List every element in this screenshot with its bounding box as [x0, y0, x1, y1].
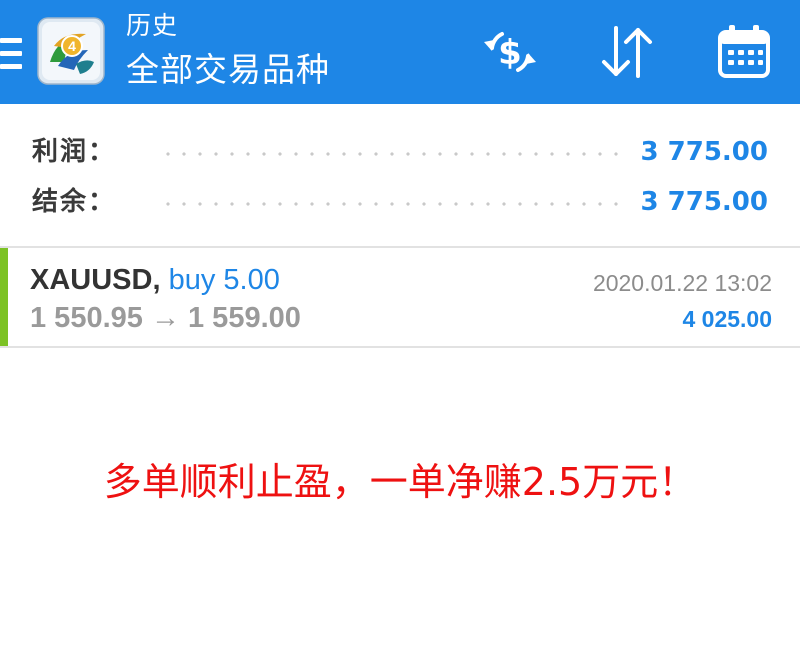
title-block: 历史 全部交易品种 — [126, 10, 330, 92]
trade-prices: 1 550.95 → 1 559.00 — [30, 302, 301, 334]
trade-history-row[interactable]: XAUUSD, buy 5.00 1 550.95 → 1 559.00 202… — [0, 248, 800, 346]
trade-side-volume: buy 5.00 — [168, 264, 280, 296]
trade-title: XAUUSD, buy 5.00 — [30, 262, 280, 298]
dotted-leader — [160, 152, 630, 156]
buy-indicator-bar — [0, 248, 8, 346]
balance-value: 3 775.00 — [640, 187, 768, 217]
svg-text:4: 4 — [68, 38, 76, 54]
app-bar: 4 历史 全部交易品种 $ — [0, 0, 800, 104]
profit-label: 利润： — [32, 137, 117, 167]
trade-symbol: XAUUSD, — [30, 264, 161, 296]
balance-label: 结余： — [32, 187, 117, 217]
metatrader-logo: 4 — [37, 17, 105, 85]
svg-text:$: $ — [498, 33, 522, 73]
currency-exchange-icon[interactable]: $ — [478, 20, 542, 84]
profit-value: 3 775.00 — [640, 137, 768, 167]
dotted-leader — [160, 202, 630, 206]
promo-caption: 多单顺利止盈，一单净赚2.5万元！ — [103, 460, 697, 504]
trade-time: 2020.01.22 13:02 — [592, 270, 772, 296]
trade-profit: 4 025.00 — [682, 306, 772, 332]
sort-icon[interactable] — [594, 20, 658, 84]
calendar-icon[interactable] — [712, 20, 776, 84]
summary-panel: 利润： 3 775.00 结余： 3 775.00 — [0, 104, 800, 248]
balance-row: 结余： 3 775.00 — [0, 182, 800, 222]
profit-row: 利润： 3 775.00 — [0, 132, 800, 172]
symbol-filter-title[interactable]: 全部交易品种 — [126, 48, 330, 92]
menu-icon[interactable] — [0, 38, 22, 70]
page-title: 历史 — [126, 11, 179, 40]
divider — [0, 346, 800, 348]
